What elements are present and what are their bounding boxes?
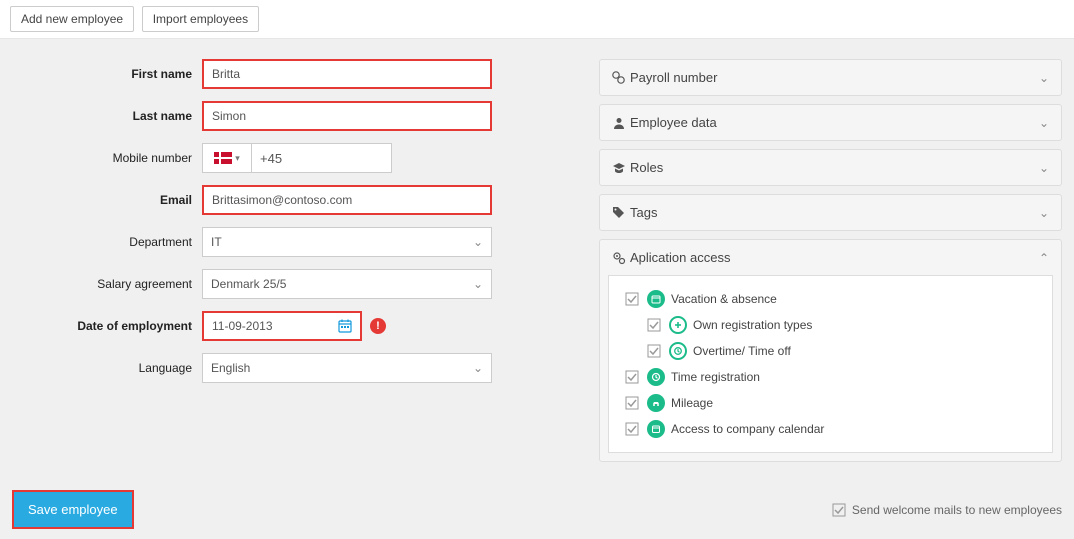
date-of-employment-input[interactable]: 11-09-2013 [202,311,362,341]
panel-payroll[interactable]: Payroll number ⌄ [599,59,1062,96]
overtime-label: Overtime/ Time off [693,344,791,358]
overtime-checkbox[interactable] [647,344,661,358]
chevron-down-icon: ⌄ [1039,161,1049,175]
panel-application-access: Aplication access ⌃ Vacation & absence O… [599,239,1062,462]
email-input[interactable]: Brittasimon@contoso.com [202,185,492,215]
welcome-mail-label: Send welcome mails to new employees [852,503,1062,517]
department-select[interactable]: IT ⌄ [202,227,492,257]
car-icon [647,394,665,412]
import-employees-button[interactable]: Import employees [142,6,259,32]
department-label: Department [12,235,202,249]
time-reg-checkbox[interactable] [625,370,639,384]
language-select[interactable]: English ⌄ [202,353,492,383]
chevron-up-icon: ⌃ [1039,251,1049,265]
salary-agreement-select[interactable]: Denmark 25/5 ⌄ [202,269,492,299]
panel-application-access-title: Aplication access [630,250,1039,265]
country-code-selector[interactable]: ▾ [202,143,252,173]
error-icon: ! [370,318,386,334]
money-icon [612,71,630,85]
gears-icon [612,251,630,265]
calendar-icon[interactable] [338,319,352,333]
calendar-access-checkbox[interactable] [625,422,639,436]
email-label: Email [12,193,202,207]
user-icon [612,116,630,130]
panel-roles-title: Roles [630,160,1039,175]
chevron-down-icon: ⌄ [473,361,483,375]
doe-value: 11-09-2013 [212,319,338,333]
calendar-solid-icon [647,290,665,308]
language-label: Language [12,361,202,375]
panel-employee-data-title: Employee data [630,115,1039,130]
welcome-mail-checkbox[interactable] [832,503,846,517]
time-reg-label: Time registration [671,370,760,384]
last-name-input[interactable]: Simon [202,101,492,131]
first-name-input[interactable]: Britta [202,59,492,89]
email-value: Brittasimon@contoso.com [212,193,482,207]
tags-icon [612,206,630,220]
panel-roles[interactable]: Roles ⌄ [599,149,1062,186]
chevron-down-icon: ⌄ [1039,71,1049,85]
salary-label: Salary agreement [12,277,202,291]
last-name-label: Last name [12,109,202,123]
department-value: IT [211,235,473,249]
clock-outline-icon [669,342,687,360]
chevron-down-icon: ⌄ [473,235,483,249]
add-new-employee-button[interactable]: Add new employee [10,6,134,32]
mileage-checkbox[interactable] [625,396,639,410]
language-value: English [211,361,473,375]
first-name-label: First name [12,67,202,81]
mileage-label: Mileage [671,396,713,410]
last-name-value: Simon [212,109,482,123]
salary-value: Denmark 25/5 [211,277,473,291]
doe-label: Date of employment [12,319,202,333]
panel-payroll-title: Payroll number [630,70,1039,85]
caret-down-icon: ▾ [235,153,240,164]
phone-prefix-value: +45 [260,151,282,166]
mobile-label: Mobile number [12,151,202,165]
phone-prefix-input[interactable]: +45 [252,143,392,173]
vacation-checkbox[interactable] [625,292,639,306]
denmark-flag-icon [214,152,232,164]
own-reg-checkbox[interactable] [647,318,661,332]
chevron-down-icon: ⌄ [1039,116,1049,130]
panel-tags[interactable]: Tags ⌄ [599,194,1062,231]
calendar-day-icon [647,420,665,438]
panel-employee-data[interactable]: Employee data ⌄ [599,104,1062,141]
calendar-access-label: Access to company calendar [671,422,824,436]
panel-tags-title: Tags [630,205,1039,220]
first-name-value: Britta [212,67,482,81]
own-reg-label: Own registration types [693,318,812,332]
chevron-down-icon: ⌄ [473,277,483,291]
chevron-down-icon: ⌄ [1039,206,1049,220]
vacation-label: Vacation & absence [671,292,777,306]
save-employee-button[interactable]: Save employee [12,490,134,529]
panel-application-access-header[interactable]: Aplication access ⌃ [600,240,1061,275]
graduation-cap-icon [612,161,630,175]
clock-solid-icon [647,368,665,386]
plus-circle-icon [669,316,687,334]
